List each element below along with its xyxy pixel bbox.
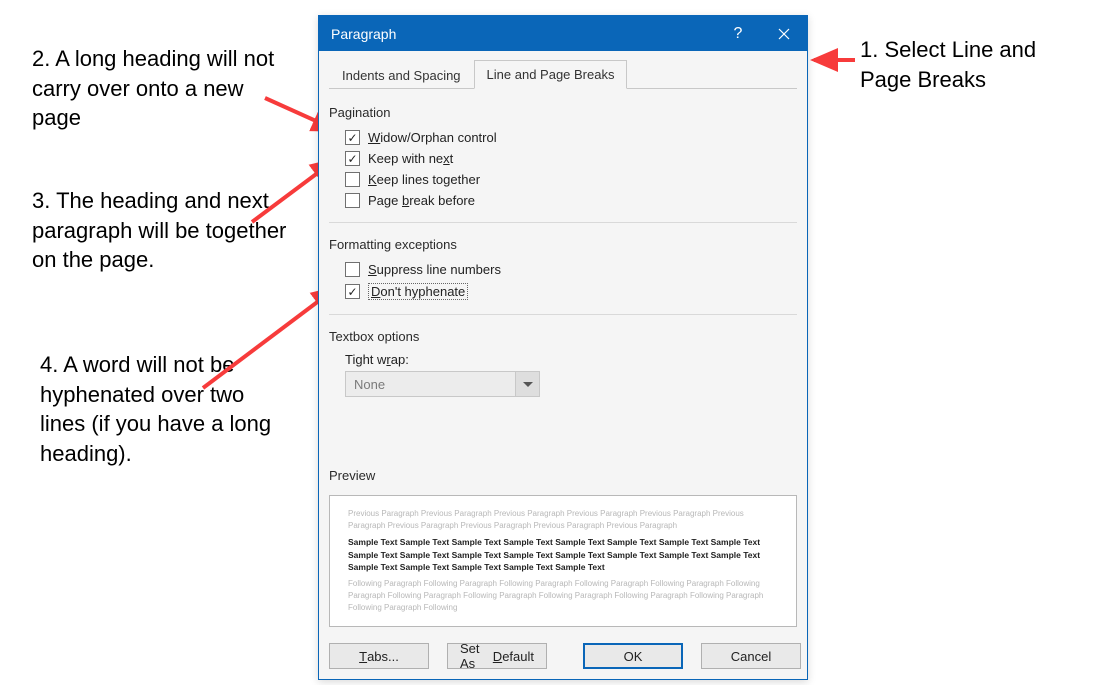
dropdown-button[interactable] bbox=[515, 372, 539, 396]
checkbox-label: Suppress line numbers bbox=[368, 262, 501, 277]
preview-sample: Sample Text Sample Text Sample Text Samp… bbox=[348, 536, 778, 574]
annotation-4: 4. A word will not be hyphenated over tw… bbox=[40, 350, 280, 469]
tab-label: Line and Page Breaks bbox=[487, 67, 615, 82]
checkbox-label: Widow/Orphan control bbox=[368, 130, 497, 145]
option-dont-hyphenate[interactable]: ✓ Don't hyphenate bbox=[345, 283, 797, 300]
section-pagination: Pagination bbox=[329, 105, 797, 120]
paragraph-dialog: Paragraph ? Indents and Spacing Line and… bbox=[318, 15, 808, 680]
ok-button[interactable]: OK bbox=[583, 643, 683, 669]
preview-box: Previous Paragraph Previous Paragraph Pr… bbox=[329, 495, 797, 627]
checkbox-label: Page break before bbox=[368, 193, 475, 208]
help-button[interactable]: ? bbox=[715, 16, 761, 51]
chevron-down-icon bbox=[523, 382, 533, 387]
tabs-button[interactable]: Tabs... bbox=[329, 643, 429, 669]
tight-wrap-label: Tight wrap: bbox=[345, 352, 797, 367]
checkbox-label: Don't hyphenate bbox=[368, 283, 468, 300]
select-value: None bbox=[354, 377, 385, 392]
checkbox-icon: ✓ bbox=[345, 130, 360, 145]
close-button[interactable] bbox=[761, 16, 807, 51]
tabstrip: Indents and Spacing Line and Page Breaks bbox=[329, 59, 797, 89]
tab-label: Indents and Spacing bbox=[342, 68, 461, 83]
checkbox-label: Keep with next bbox=[368, 151, 453, 166]
titlebar: Paragraph ? bbox=[319, 16, 807, 51]
option-keep-with-next[interactable]: ✓ Keep with next bbox=[345, 151, 797, 166]
dialog-body: Indents and Spacing Line and Page Breaks… bbox=[319, 51, 807, 679]
tab-line-page-breaks[interactable]: Line and Page Breaks bbox=[474, 60, 628, 89]
checkbox-icon bbox=[345, 172, 360, 187]
section-preview: Preview bbox=[329, 468, 797, 483]
checkbox-icon bbox=[345, 262, 360, 277]
divider bbox=[329, 222, 797, 223]
option-suppress-line-numbers[interactable]: Suppress line numbers bbox=[345, 262, 797, 277]
checkbox-label: Keep lines together bbox=[368, 172, 480, 187]
preview-next: Following Paragraph Following Paragraph … bbox=[348, 578, 778, 614]
close-icon bbox=[778, 28, 790, 40]
annotation-2: 2. A long heading will not carry over on… bbox=[32, 44, 277, 133]
option-page-break-before[interactable]: Page break before bbox=[345, 193, 797, 208]
option-widow-orphan[interactable]: ✓ Widow/Orphan control bbox=[345, 130, 797, 145]
annotation-3: 3. The heading and next paragraph will b… bbox=[32, 186, 312, 275]
option-keep-lines-together[interactable]: Keep lines together bbox=[345, 172, 797, 187]
annotation-1: 1. Select Line and Page Breaks bbox=[860, 35, 1090, 94]
tight-wrap-select[interactable]: None bbox=[345, 371, 540, 397]
button-row: Tabs... Set As Default OK Cancel bbox=[329, 637, 797, 669]
checkbox-icon bbox=[345, 193, 360, 208]
checkbox-icon: ✓ bbox=[345, 284, 360, 299]
dialog-title: Paragraph bbox=[331, 26, 715, 42]
set-default-button[interactable]: Set As Default bbox=[447, 643, 547, 669]
preview-prev: Previous Paragraph Previous Paragraph Pr… bbox=[348, 508, 778, 532]
divider bbox=[329, 314, 797, 315]
cancel-button[interactable]: Cancel bbox=[701, 643, 801, 669]
section-formatting: Formatting exceptions bbox=[329, 237, 797, 252]
checkbox-icon: ✓ bbox=[345, 151, 360, 166]
section-textbox: Textbox options bbox=[329, 329, 797, 344]
tab-indents-spacing[interactable]: Indents and Spacing bbox=[329, 61, 474, 89]
